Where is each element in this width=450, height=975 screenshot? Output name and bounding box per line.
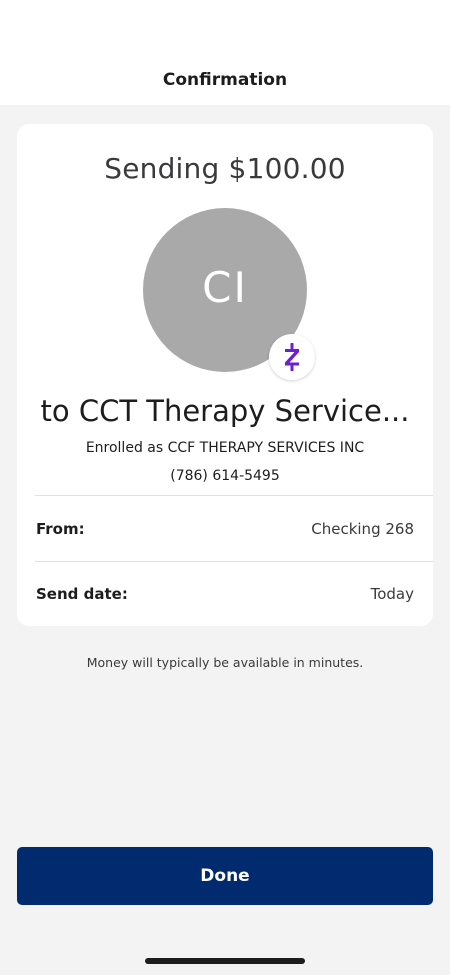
recipient-phone: (786) 614-5495 <box>170 468 280 484</box>
header: Confirmation <box>0 0 450 105</box>
zelle-badge <box>269 334 315 380</box>
zelle-icon <box>285 343 299 371</box>
payment-summary-card: Sending $100.00 CI to CCT Therapy Servic… <box>17 124 433 626</box>
recipient-name: to CCT Therapy Service... <box>40 394 410 428</box>
done-button[interactable]: Done <box>17 847 433 905</box>
divider <box>35 561 433 562</box>
send-date-value: Today <box>370 585 414 603</box>
from-label: From: <box>36 520 85 538</box>
sending-amount: Sending $100.00 <box>104 152 346 185</box>
home-indicator <box>145 958 305 964</box>
divider <box>35 495 433 496</box>
send-date-label: Send date: <box>36 585 128 603</box>
page-title: Confirmation <box>162 70 288 90</box>
enrolled-name: Enrolled as CCF THERAPY SERVICES INC <box>85 440 365 456</box>
confirmation-screen: Confirmation Sending $100.00 CI to CCT T… <box>0 0 450 975</box>
availability-note: Money will typically be available in min… <box>86 655 364 670</box>
from-account: Checking 268 <box>311 520 414 538</box>
avatar-initials: CI <box>202 263 248 312</box>
